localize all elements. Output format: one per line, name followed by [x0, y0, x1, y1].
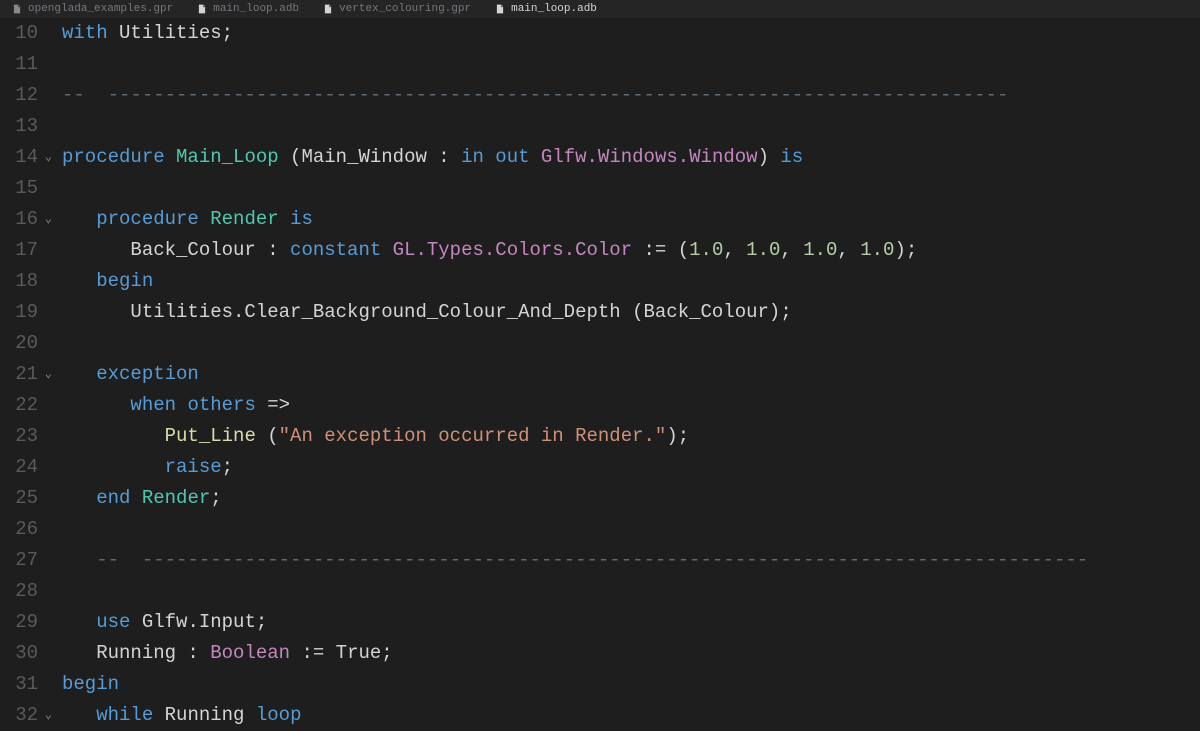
line-number: 32⌄ [0, 700, 38, 731]
line-number: 17 [0, 235, 38, 266]
code-line[interactable] [62, 328, 1200, 359]
tab-2[interactable]: vertex_colouring.gpr [311, 0, 483, 18]
line-number: 19 [0, 297, 38, 328]
line-number: 14⌄ [0, 142, 38, 173]
chevron-down-icon[interactable]: ⌄ [45, 204, 52, 235]
code-line[interactable]: Put_Line ("An exception occurred in Rend… [62, 421, 1200, 452]
line-number: 21⌄ [0, 359, 38, 390]
code-line[interactable] [62, 173, 1200, 204]
code-line[interactable]: when others => [62, 390, 1200, 421]
code-line[interactable]: Back_Colour : constant GL.Types.Colors.C… [62, 235, 1200, 266]
code-line[interactable] [62, 576, 1200, 607]
code-line[interactable]: begin [62, 266, 1200, 297]
line-number: 20 [0, 328, 38, 359]
line-number: 11 [0, 49, 38, 80]
code-line[interactable]: while Running loop [62, 700, 1200, 731]
tab-bar: openglada_examples.gpr main_loop.adb ver… [0, 0, 1200, 18]
code-line[interactable]: begin [62, 669, 1200, 700]
line-number: 12 [0, 80, 38, 111]
gutter: 1011121314⌄1516⌄1718192021⌄2223242526272… [0, 18, 42, 731]
code-line[interactable] [62, 514, 1200, 545]
code-line[interactable]: Running : Boolean := True; [62, 638, 1200, 669]
code-line[interactable]: with Utilities; [62, 18, 1200, 49]
line-number: 27 [0, 545, 38, 576]
code-line[interactable] [62, 49, 1200, 80]
chevron-down-icon[interactable]: ⌄ [45, 700, 52, 731]
line-number: 23 [0, 421, 38, 452]
code-line[interactable]: procedure Render is [62, 204, 1200, 235]
code-editor[interactable]: 1011121314⌄1516⌄1718192021⌄2223242526272… [0, 18, 1200, 731]
line-number: 28 [0, 576, 38, 607]
file-icon [197, 4, 207, 14]
code-line[interactable]: procedure Main_Loop (Main_Window : in ou… [62, 142, 1200, 173]
line-number: 22 [0, 390, 38, 421]
file-icon [495, 4, 505, 14]
code-line[interactable]: raise; [62, 452, 1200, 483]
line-number: 18 [0, 266, 38, 297]
tab-3[interactable]: main_loop.adb [483, 0, 609, 18]
code-line[interactable]: exception [62, 359, 1200, 390]
line-number: 13 [0, 111, 38, 142]
code-area[interactable]: with Utilities; -- ---------------------… [42, 18, 1200, 731]
file-icon [323, 4, 333, 14]
code-line[interactable]: -- -------------------------------------… [62, 80, 1200, 111]
code-line[interactable] [62, 111, 1200, 142]
line-number: 26 [0, 514, 38, 545]
line-number: 29 [0, 607, 38, 638]
file-icon [12, 4, 22, 14]
code-line[interactable]: -- -------------------------------------… [62, 545, 1200, 576]
chevron-down-icon[interactable]: ⌄ [45, 359, 52, 390]
code-line[interactable]: end Render; [62, 483, 1200, 514]
tab-1[interactable]: main_loop.adb [185, 0, 311, 18]
line-number: 15 [0, 173, 38, 204]
tab-label: main_loop.adb [213, 3, 299, 15]
line-number: 31 [0, 669, 38, 700]
chevron-down-icon[interactable]: ⌄ [45, 142, 52, 173]
tab-label: vertex_colouring.gpr [339, 3, 471, 15]
code-line[interactable]: Utilities.Clear_Background_Colour_And_De… [62, 297, 1200, 328]
line-number: 10 [0, 18, 38, 49]
line-number: 24 [0, 452, 38, 483]
line-number: 16⌄ [0, 204, 38, 235]
tab-label: openglada_examples.gpr [28, 3, 173, 15]
code-line[interactable]: use Glfw.Input; [62, 607, 1200, 638]
line-number: 25 [0, 483, 38, 514]
tab-0[interactable]: openglada_examples.gpr [0, 0, 185, 18]
line-number: 30 [0, 638, 38, 669]
tab-label: main_loop.adb [511, 3, 597, 15]
